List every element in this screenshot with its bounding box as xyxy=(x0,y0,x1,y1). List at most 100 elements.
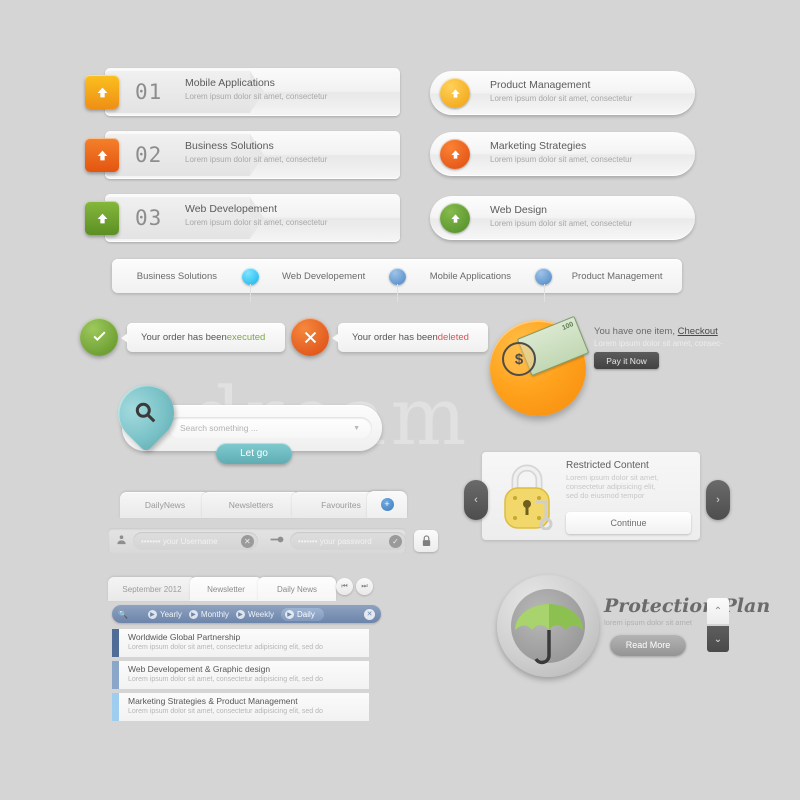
chevron-left-icon[interactable]: ‹ xyxy=(464,480,488,520)
search-placeholder: Search something ... xyxy=(180,423,258,433)
numbered-row-01[interactable]: 01 Mobile Applications Lorem ipsum dolor… xyxy=(85,68,400,116)
item-title: Web Developement & Graphic design xyxy=(128,664,271,674)
restricted-body: Lorem ipsum dolor sit amet, consectetur … xyxy=(566,473,659,500)
checkout-link[interactable]: Checkout xyxy=(678,326,718,337)
item-accent-bar xyxy=(112,693,119,721)
caret-down-icon[interactable]: ▼ xyxy=(353,425,360,432)
filter-daily[interactable]: ▶ Daily xyxy=(281,607,324,621)
magnifier-icon[interactable]: 🔍 xyxy=(118,610,128,619)
arrow-up-icon[interactable] xyxy=(440,78,470,108)
person-icon xyxy=(116,532,127,550)
nav-dot-1[interactable] xyxy=(241,267,259,302)
restricted-line-1: Lorem ipsum dolor sit amet, xyxy=(566,473,659,482)
search-input[interactable]: Search something ... ▼ xyxy=(168,417,372,439)
confirm-password-button[interactable]: ✓ xyxy=(389,534,402,548)
close-icon xyxy=(291,318,329,356)
pill-subtitle: Lorem ipsum dolor sit amet, consectetur xyxy=(490,94,633,103)
chevron-right-icon[interactable]: › xyxy=(706,480,730,520)
status-highlight: executed xyxy=(226,332,266,343)
arrow-up-icon[interactable] xyxy=(85,138,119,172)
item-body: Marketing Strategies & Product Managemen… xyxy=(119,693,369,721)
pill-subtitle: Lorem ipsum dolor sit amet, consectetur xyxy=(490,219,633,228)
play-icon: ▶ xyxy=(147,609,157,619)
row-number: 02 xyxy=(135,143,163,167)
news-tab-daily-news[interactable]: Daily News xyxy=(258,577,336,601)
arrow-up-icon[interactable] xyxy=(440,203,470,233)
news-list-item[interactable]: Marketing Strategies & Product Managemen… xyxy=(112,693,369,721)
news-tab-newsletter[interactable]: Newsletter xyxy=(190,577,262,601)
read-more-button[interactable]: Read More xyxy=(610,634,686,656)
password-field[interactable]: ••••••• your password ✓ xyxy=(289,532,406,550)
status-highlight: deleted xyxy=(437,332,469,343)
restricted-line-2: consectetur adipisicing elit, xyxy=(566,482,656,491)
pill-title: Web Design xyxy=(490,204,548,216)
protection-subtitle: lorem ipsum dolor sit amet xyxy=(604,618,692,627)
login-bar: ••••••• your Username ✕ ••••••• your pas… xyxy=(108,528,406,554)
pay-it-now-button[interactable]: Pay it Now xyxy=(594,352,659,369)
filter-label: Weekly xyxy=(247,609,275,619)
tab-newsletters[interactable]: Newsletters xyxy=(202,492,300,518)
pill-row-marketing-strategies[interactable]: Marketing Strategies Lorem ipsum dolor s… xyxy=(430,132,695,176)
ui-kit-canvas: dream 01 Mobile Applications Lorem ipsum… xyxy=(0,0,800,800)
nav-item-web-developement[interactable]: Web Developement xyxy=(259,271,389,282)
tab-dailynews[interactable]: DailyNews xyxy=(120,492,210,518)
status-message-error: Your order has been deleted xyxy=(332,323,488,352)
chevron-up-icon[interactable]: ⌃ xyxy=(707,598,729,624)
item-body: Worldwide Global Partnership Lorem ipsum… xyxy=(119,629,369,657)
clear-username-button[interactable]: ✕ xyxy=(240,534,254,548)
skip-back-icon[interactable]: ⏮ xyxy=(336,578,353,595)
nav-item-business-solutions[interactable]: Business Solutions xyxy=(112,271,242,282)
pill-row-web-design[interactable]: Web Design Lorem ipsum dolor sit amet, c… xyxy=(430,196,695,240)
protection-title: Protection Plan xyxy=(604,595,771,617)
checkout-subtitle: Lorem ipsum dolor sit amet, consec- xyxy=(594,339,723,348)
status-text-prefix: Your order has been xyxy=(352,332,438,343)
nav-dot-2[interactable] xyxy=(388,267,406,302)
arrow-up-icon[interactable] xyxy=(85,75,119,109)
lock-button[interactable] xyxy=(414,530,438,552)
row-subtitle: Lorem ipsum dolor sit amet, consectetur xyxy=(185,155,328,164)
row-subtitle: Lorem ipsum dolor sit amet, consectetur xyxy=(185,218,328,227)
numbered-row-02[interactable]: 02 Business Solutions Lorem ipsum dolor … xyxy=(85,131,400,179)
key-icon xyxy=(270,532,284,550)
filter-bar: 🔍 ▶ Yearly ▶ Monthly ▶ Weekly ▶ Daily ✕ xyxy=(112,605,381,623)
row-title: Mobile Applications xyxy=(185,77,275,89)
close-icon[interactable]: ✕ xyxy=(364,608,375,620)
filter-weekly[interactable]: ▶ Weekly xyxy=(235,609,275,619)
filter-monthly[interactable]: ▶ Monthly xyxy=(188,609,229,619)
checkout-coin-graphic: $ xyxy=(490,315,590,416)
item-accent-bar xyxy=(112,661,119,689)
checkout-title: You have one item, Checkout xyxy=(594,326,718,337)
row-title: Business Solutions xyxy=(185,140,274,152)
filter-yearly[interactable]: ▶ Yearly xyxy=(147,609,182,619)
chevron-down-icon[interactable]: ⌄ xyxy=(707,626,729,652)
continue-button[interactable]: Continue xyxy=(566,512,691,534)
nav-item-mobile-applications[interactable]: Mobile Applications xyxy=(406,271,536,282)
add-tab-button[interactable]: + xyxy=(367,491,407,518)
pill-row-product-management[interactable]: Product Management Lorem ipsum dolor sit… xyxy=(430,71,695,115)
news-panel: September 2012 Newsletter Daily News ⏮ ⏭… xyxy=(108,577,381,721)
item-subtitle: Lorem ipsum dolor sit amet, consectetur … xyxy=(128,708,323,715)
restricted-line-3: sed do eiusmod tempor xyxy=(566,491,645,500)
pill-subtitle: Lorem ipsum dolor sit amet, consectetur xyxy=(490,155,633,164)
skip-forward-icon[interactable]: ⏭ xyxy=(356,578,373,595)
play-icon: ▶ xyxy=(188,609,198,619)
status-text-prefix: Your order has been xyxy=(141,332,227,343)
breadcrumb-nav[interactable]: Business Solutions Web Developement Mobi… xyxy=(112,259,682,302)
numbered-row-03[interactable]: 03 Web Developement Lorem ipsum dolor si… xyxy=(85,194,400,242)
let-go-button[interactable]: Let go xyxy=(216,443,292,464)
item-title: Marketing Strategies & Product Managemen… xyxy=(128,696,298,706)
item-body: Web Developement & Graphic design Lorem … xyxy=(119,661,369,689)
arrow-up-icon[interactable] xyxy=(85,201,119,235)
news-list-item[interactable]: Web Developement & Graphic design Lorem … xyxy=(112,661,369,689)
nav-item-product-management[interactable]: Product Management xyxy=(552,271,682,282)
dollar-icon: $ xyxy=(502,342,536,376)
filter-label: Daily xyxy=(297,609,315,619)
status-message-success: Your order has been executed xyxy=(121,323,285,352)
news-list-item[interactable]: Worldwide Global Partnership Lorem ipsum… xyxy=(112,629,369,657)
play-icon: ▶ xyxy=(285,609,295,619)
item-subtitle: Lorem ipsum dolor sit amet, consectetur … xyxy=(128,644,323,651)
news-tab-september-2012[interactable]: September 2012 xyxy=(108,577,196,601)
arrow-up-icon[interactable] xyxy=(440,139,470,169)
username-field[interactable]: ••••••• your Username ✕ xyxy=(133,532,258,550)
nav-dot-3[interactable] xyxy=(535,267,553,302)
